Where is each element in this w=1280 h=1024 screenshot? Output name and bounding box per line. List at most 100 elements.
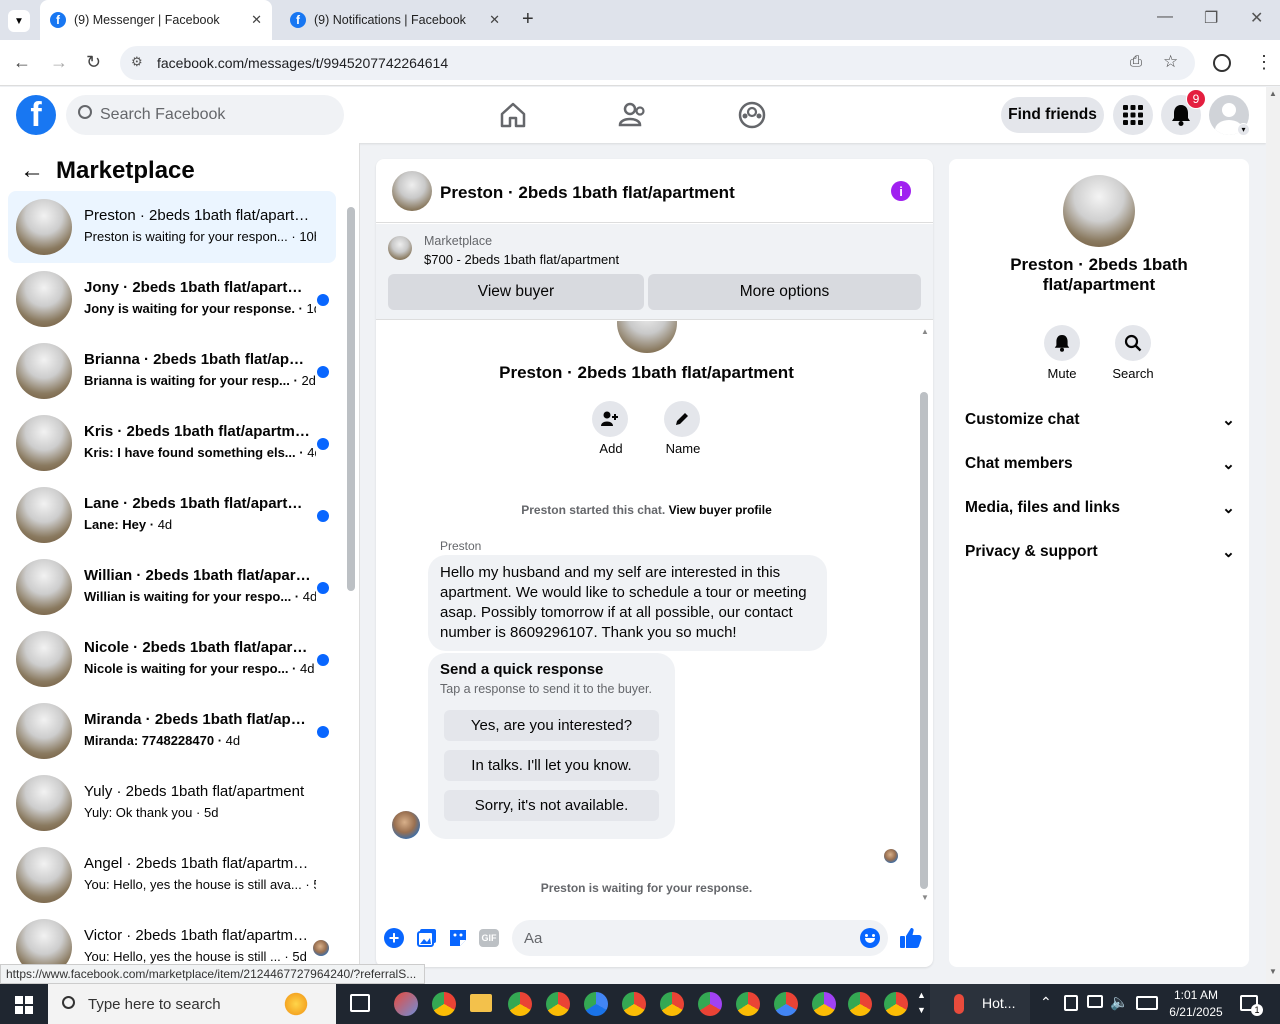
friends-icon[interactable]: [617, 99, 649, 131]
notification-badge: 9: [1186, 89, 1206, 109]
task-view-icon[interactable]: [350, 994, 370, 1012]
quick-response-button[interactable]: Sorry, it's not available.: [444, 790, 659, 821]
show-hidden-icons[interactable]: ⌃: [1040, 994, 1052, 1011]
plus-icon[interactable]: +: [384, 928, 404, 948]
browser-menu-icon[interactable]: ⋮: [1255, 52, 1273, 73]
profile-icon[interactable]: [1213, 54, 1231, 72]
bookmark-star-icon[interactable]: ☆: [1163, 52, 1178, 72]
chrome-app-icon[interactable]: [884, 992, 908, 1016]
camera-icon[interactable]: [1064, 995, 1078, 1011]
address-bar[interactable]: ⚙ facebook.com/messages/t/99452077422646…: [120, 46, 1195, 80]
chat-avatar[interactable]: [392, 171, 432, 211]
taskbar-search-box[interactable]: Type here to search: [48, 984, 336, 1024]
photo-icon[interactable]: [417, 928, 437, 948]
chrome-app-icon[interactable]: [812, 992, 836, 1016]
message-bubble[interactable]: Hello my husband and my self are interes…: [428, 555, 827, 651]
find-friends-button[interactable]: Find friends: [1001, 97, 1104, 133]
quick-response-button[interactable]: In talks. I'll let you know.: [444, 750, 659, 781]
account-chevron-icon[interactable]: ▾: [1237, 123, 1250, 136]
info-icon[interactable]: i: [891, 181, 911, 201]
weather-widget[interactable]: Hot...: [930, 984, 1030, 1024]
tab-search-dropdown-icon[interactable]: ▼: [8, 10, 30, 32]
chat-title[interactable]: Preston · 2beds 1bath flat/apartment: [440, 183, 735, 203]
close-window-icon[interactable]: ✕: [1250, 8, 1263, 28]
privacy-support-section[interactable]: Privacy & support ⌄: [965, 534, 1235, 570]
quick-response-subtitle: Tap a response to send it to the buyer.: [440, 682, 652, 696]
conversation-item[interactable]: Willian · 2beds 1bath flat/apartment Will…: [8, 551, 336, 623]
chrome-app-icon[interactable]: [736, 992, 760, 1016]
conversation-item[interactable]: Miranda · 2beds 1bath flat/apartment Mira…: [8, 695, 336, 767]
back-icon[interactable]: ←: [13, 52, 31, 73]
message-input[interactable]: Aa: [512, 920, 888, 956]
conversation-item[interactable]: Yuly · 2beds 1bath flat/apartment Yuly: O…: [8, 767, 336, 839]
listing-title[interactable]: $700 - 2beds 1bath flat/apartment: [424, 252, 619, 267]
chevron-down-icon: ⌄: [1222, 411, 1235, 429]
close-tab-icon[interactable]: ✕: [251, 12, 262, 28]
home-icon[interactable]: [497, 99, 529, 131]
conversation-item[interactable]: Kris · 2beds 1bath flat/apartment Kris: I…: [8, 407, 336, 479]
page-scrollbar[interactable]: ▲ ▼: [1266, 87, 1280, 984]
conversation-item[interactable]: Lane · 2beds 1bath flat/apartment Lane: H…: [8, 479, 336, 551]
groups-icon[interactable]: [736, 99, 768, 131]
chrome-app-icon[interactable]: [774, 992, 798, 1016]
tab-messenger[interactable]: f (9) Messenger | Facebook ✕: [40, 0, 272, 40]
conversation-item[interactable]: Jony · 2beds 1bath flat/apartment Jony is…: [8, 263, 336, 335]
buyer-avatar[interactable]: [392, 811, 420, 839]
chrome-app-icon[interactable]: [432, 992, 456, 1016]
conversation-item[interactable]: Angel · 2beds 1bath flat/apartment You: H…: [8, 839, 336, 911]
forward-icon[interactable]: →: [50, 52, 68, 73]
name-chat-button[interactable]: Name: [664, 401, 702, 456]
close-tab-icon[interactable]: ✕: [489, 12, 500, 28]
windows-start-icon[interactable]: [15, 996, 33, 1014]
sticker-icon[interactable]: [448, 928, 468, 948]
more-options-button[interactable]: More options: [648, 274, 921, 310]
add-people-button[interactable]: Add: [592, 401, 630, 456]
view-buyer-button[interactable]: View buyer: [388, 274, 644, 310]
marketplace-bar: Marketplace $700 - 2beds 1bath flat/apar…: [376, 224, 933, 320]
chrome-app-icon[interactable]: [546, 992, 570, 1016]
facebook-logo[interactable]: f: [16, 95, 56, 135]
chrome-app-icon[interactable]: [698, 992, 722, 1016]
back-arrow-icon[interactable]: ←: [20, 157, 44, 185]
facebook-search-input[interactable]: Search Facebook: [66, 95, 344, 135]
gif-icon[interactable]: GIF: [479, 929, 499, 947]
file-explorer-icon[interactable]: [470, 994, 492, 1012]
chrome-app-icon[interactable]: [848, 992, 872, 1016]
restore-icon[interactable]: ❐: [1204, 8, 1218, 28]
taskbar-scroll-arrows[interactable]: ▲ ▼: [917, 988, 926, 1018]
conversation-item[interactable]: Preston · 2beds 1bath flat/apartment Pres…: [8, 191, 336, 263]
listing-thumbnail[interactable]: [388, 236, 412, 260]
conversation-item[interactable]: Victor · 2beds 1bath flat/apartment You: …: [8, 911, 336, 965]
tab-notifications[interactable]: f (9) Notifications | Facebook ✕: [280, 0, 510, 40]
conversation-item[interactable]: Brianna · 2beds 1bath flat/apartment Bria…: [8, 335, 336, 407]
mute-button[interactable]: Mute: [1044, 325, 1080, 381]
chrome-app-icon[interactable]: [508, 992, 532, 1016]
chrome-app-icon[interactable]: [584, 992, 608, 1016]
chat-scrollbar[interactable]: ▲ ▼: [919, 321, 929, 915]
minimize-icon[interactable]: —: [1157, 8, 1173, 26]
quick-response-button[interactable]: Yes, are you interested?: [444, 710, 659, 741]
conversation-avatar: [16, 847, 72, 903]
chrome-app-icon[interactable]: [622, 992, 646, 1016]
emoji-icon[interactable]: [860, 928, 880, 948]
taskbar-clock[interactable]: 1:01 AM 6/21/2025: [1162, 987, 1230, 1021]
new-tab-icon[interactable]: +: [522, 8, 534, 31]
conversation-item[interactable]: Nicole · 2beds 1bath flat/apartment Nicol…: [8, 623, 336, 695]
chrome-app-icon[interactable]: [660, 992, 684, 1016]
search-in-chat-button[interactable]: Search: [1111, 325, 1155, 381]
site-settings-icon[interactable]: ⚙: [131, 54, 143, 70]
keyboard-icon[interactable]: [1136, 996, 1158, 1010]
paint-app-icon[interactable]: [394, 992, 418, 1016]
chat-members-section[interactable]: Chat members ⌄: [965, 446, 1235, 482]
volume-icon[interactable]: 🔈: [1110, 993, 1129, 1011]
customize-chat-section[interactable]: Customize chat ⌄: [965, 402, 1235, 438]
view-buyer-profile-link[interactable]: View buyer profile: [669, 503, 772, 517]
install-app-icon[interactable]: ⎙: [1130, 53, 1142, 70]
left-scrollbar[interactable]: [347, 207, 355, 591]
menu-grid-icon[interactable]: [1113, 95, 1153, 135]
media-files-links-section[interactable]: Media, files and links ⌄: [965, 490, 1235, 526]
thumbs-up-icon[interactable]: [899, 926, 923, 950]
network-icon[interactable]: [1087, 995, 1103, 1008]
profile-avatar[interactable]: [1063, 175, 1135, 247]
reload-icon[interactable]: ↻: [86, 52, 101, 73]
